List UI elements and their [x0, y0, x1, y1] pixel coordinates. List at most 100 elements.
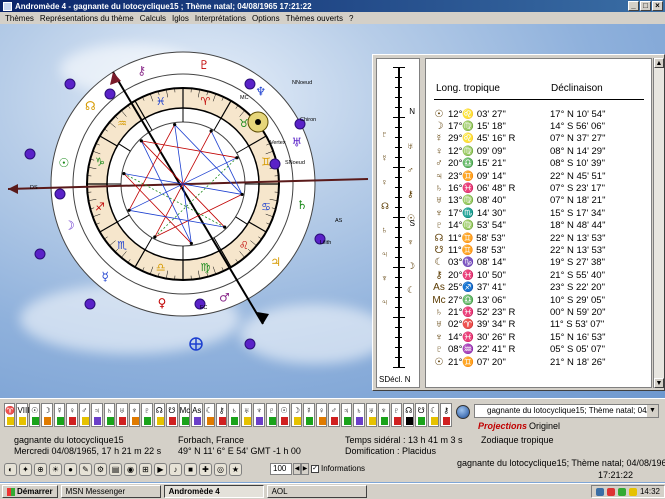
- menu-calculs[interactable]: Calculs: [137, 14, 169, 23]
- zoom-down-button[interactable]: ◀: [293, 463, 301, 475]
- ephemeris-row[interactable]: ♇ 14°♍ 53' 54" 18° N 48' 44": [432, 220, 651, 232]
- glyph-cell[interactable]: ♂: [78, 403, 91, 427]
- glyph-cell[interactable]: ☋: [415, 403, 427, 427]
- astro-wheel[interactable]: ♈ ♉ ♊ ♋ ♌ ♍ ♎ ♏ ♐ ♑ ♒ ♓ ♇ ♆ ♅ ♄ ♃ ♂ ♀ ☿ ☽ ☉ ☊ ⚷ MC AS DS FC NNoeud Ch…: [0, 24, 372, 398]
- toolbar-button-icon[interactable]: ✦: [19, 463, 32, 476]
- glyph-cell[interactable]: ♄: [228, 403, 240, 427]
- ephemeris-row[interactable]: ♂ 20°♎ 15' 21" 08° S 10' 39": [432, 158, 651, 170]
- ephemeris-row[interactable]: ♄ 16°♓ 06' 48" R 07° S 23' 17": [432, 182, 651, 194]
- glyph-cell[interactable]: ♅: [240, 403, 253, 427]
- toolbar-button-icon[interactable]: ⚙: [94, 463, 107, 476]
- task-msn-messenger[interactable]: MSN Messenger: [60, 485, 161, 498]
- toolbar-button-icon[interactable]: ✎: [79, 463, 92, 476]
- glyph-cell[interactable]: VIII: [16, 403, 29, 427]
- glyph-cell[interactable]: ♆: [128, 403, 141, 427]
- glyph-cell[interactable]: ♇: [265, 403, 278, 427]
- scroll-down-arrow[interactable]: ▼: [654, 378, 664, 388]
- ephemeris-row[interactable]: ⚷ 20°♓ 10' 50" 21° S 55' 40": [432, 269, 651, 281]
- scroll-up-arrow[interactable]: ▲: [654, 58, 664, 68]
- ephemeris-row[interactable]: ☿ 29°♌ 45' 16" R 07° N 37' 27": [432, 133, 651, 145]
- minimize-button[interactable]: _: [628, 1, 639, 11]
- glyph-cell[interactable]: ☉: [278, 403, 290, 427]
- zoom-spinner[interactable]: ◀ ▶: [293, 463, 309, 475]
- toolbar-button-icon[interactable]: ♪: [169, 463, 182, 476]
- vertical-scrollbar[interactable]: ▲ ▼: [653, 58, 664, 388]
- menu-representations[interactable]: Représentations du thème: [37, 14, 137, 23]
- ephemeris-row[interactable]: ☋ 11°♊ 58' 53" 22° N 13' 53": [432, 244, 651, 256]
- menu-themes-ouverts[interactable]: Thèmes ouverts: [283, 14, 346, 23]
- glyph-cell[interactable]: ⚷: [215, 403, 228, 427]
- ephemeris-row[interactable]: ♅ 02°♈ 39' 34" R 11° S 53' 07": [432, 319, 651, 331]
- glyph-cell[interactable]: ♅: [365, 403, 378, 427]
- glyph-cell[interactable]: ♀: [66, 403, 78, 427]
- menu-themes[interactable]: Thèmes: [2, 14, 37, 23]
- ephemeris-row[interactable]: As 25°♐ 37' 41" 23° S 22' 20": [432, 281, 651, 293]
- original-label[interactable]: Originel: [529, 421, 560, 431]
- app-icon[interactable]: [3, 1, 12, 11]
- glyph-cell[interactable]: Mc: [178, 403, 190, 427]
- glyph-cell[interactable]: ♅: [116, 403, 128, 427]
- task-aol[interactable]: AOL: [266, 485, 367, 498]
- glyph-cell[interactable]: ☿: [53, 403, 66, 427]
- ephemeris-row[interactable]: ♀ 12°♍ 09' 09" 08° N 14' 29": [432, 145, 651, 157]
- task-andromede[interactable]: Andromède 4: [163, 485, 264, 498]
- toolbar-button-icon[interactable]: ⊞: [139, 463, 152, 476]
- ephemeris-row[interactable]: ♇ 08°♒ 22' 41" R 05° S 05' 07": [432, 343, 651, 355]
- menu-interpretations[interactable]: Interprétations: [192, 14, 249, 23]
- glyph-cell[interactable]: As: [191, 403, 203, 427]
- glyph-cell[interactable]: ☽: [290, 403, 303, 427]
- theme-select[interactable]: gagnante du lotocyclique15; Thème natal;…: [474, 404, 659, 418]
- projections-label[interactable]: Projections: [478, 421, 527, 431]
- tray-antivirus-icon[interactable]: [606, 487, 615, 496]
- menu-iglos[interactable]: Iglos: [169, 14, 192, 23]
- ephemeris-row[interactable]: ☽ 17°♍ 15' 18" 14° S 56' 06": [432, 120, 651, 132]
- tray-messenger-icon[interactable]: [617, 487, 626, 496]
- glyph-cell[interactable]: ♂: [328, 403, 340, 427]
- zoom-up-button[interactable]: ▶: [301, 463, 309, 475]
- glyph-cell[interactable]: ☿: [303, 403, 315, 427]
- ephemeris-row[interactable]: ♆ 14°♓ 30' 26" R 15° N 16' 53": [432, 331, 651, 343]
- tray-volume-icon[interactable]: [628, 487, 637, 496]
- glyph-cell[interactable]: ☊: [153, 403, 166, 427]
- ephemeris-row[interactable]: ☊ 11°♊ 58' 53" 22° N 13' 53": [432, 232, 651, 244]
- glyph-cell[interactable]: ♄: [103, 403, 116, 427]
- glyph-cell[interactable]: ♃: [340, 403, 353, 427]
- zoom-input[interactable]: 100: [270, 463, 292, 475]
- toolbar-button-icon[interactable]: ☀: [49, 463, 62, 476]
- glyph-cell[interactable]: ☉: [28, 403, 41, 427]
- glyph-cell[interactable]: ♀: [315, 403, 328, 427]
- ephemeris-row[interactable]: ♃ 23°♊ 09' 14" 22° N 45' 51": [432, 170, 651, 182]
- toolbar-button-icon[interactable]: ◐: [4, 463, 17, 476]
- ephemeris-row[interactable]: ☾ 03°♑ 08' 14" 19° S 27' 38": [432, 257, 651, 269]
- ephemeris-row[interactable]: Mc 27°♎ 13' 06" 10° S 29' 05": [432, 294, 651, 306]
- ephemeris-row[interactable]: ☉ 21°♊ 07' 20" 21° N 18' 26": [432, 356, 651, 368]
- glyph-cell[interactable]: ☾: [203, 403, 215, 427]
- informations-checkbox[interactable]: ✓ Informations: [311, 464, 365, 473]
- toolbar-button-icon[interactable]: ●: [64, 463, 77, 476]
- toolbar-button-icon[interactable]: ★: [229, 463, 242, 476]
- glyph-cell[interactable]: ♇: [141, 403, 153, 427]
- glyph-cell[interactable]: ☽: [41, 403, 53, 427]
- globe-icon[interactable]: [456, 405, 470, 419]
- toolbar-button-icon[interactable]: ◎: [214, 463, 227, 476]
- start-button[interactable]: Démarrer: [2, 485, 58, 498]
- toolbar-button-icon[interactable]: ■: [184, 463, 197, 476]
- glyph-cell[interactable]: ⚷: [440, 403, 452, 427]
- glyph-cell[interactable]: ♆: [253, 403, 265, 427]
- title-bar[interactable]: Andromède 4 - gagnante du lotocyclique15…: [0, 0, 665, 12]
- glyph-cell[interactable]: ♇: [390, 403, 402, 427]
- ephemeris-row[interactable]: ♄ 21°♓ 52' 23" R 00° N 59' 20": [432, 306, 651, 318]
- toolbar-button-icon[interactable]: ⊕: [34, 463, 47, 476]
- menu-help[interactable]: ?: [346, 14, 356, 23]
- glyph-cell[interactable]: ☋: [166, 403, 178, 427]
- tray-network-icon[interactable]: [595, 487, 604, 496]
- glyph-cell[interactable]: ☾: [427, 403, 440, 427]
- glyph-cell[interactable]: ☊: [403, 403, 415, 427]
- chevron-down-icon[interactable]: ▼: [647, 405, 658, 417]
- close-button[interactable]: ×: [652, 1, 663, 11]
- menu-options[interactable]: Options: [249, 14, 283, 23]
- toolbar-button-icon[interactable]: ✚: [199, 463, 212, 476]
- glyph-cell[interactable]: ♆: [378, 403, 390, 427]
- checkbox-box[interactable]: ✓: [311, 464, 319, 473]
- ephemeris-row[interactable]: ☉ 12°♌ 03' 27" 17° N 10' 54": [432, 108, 651, 120]
